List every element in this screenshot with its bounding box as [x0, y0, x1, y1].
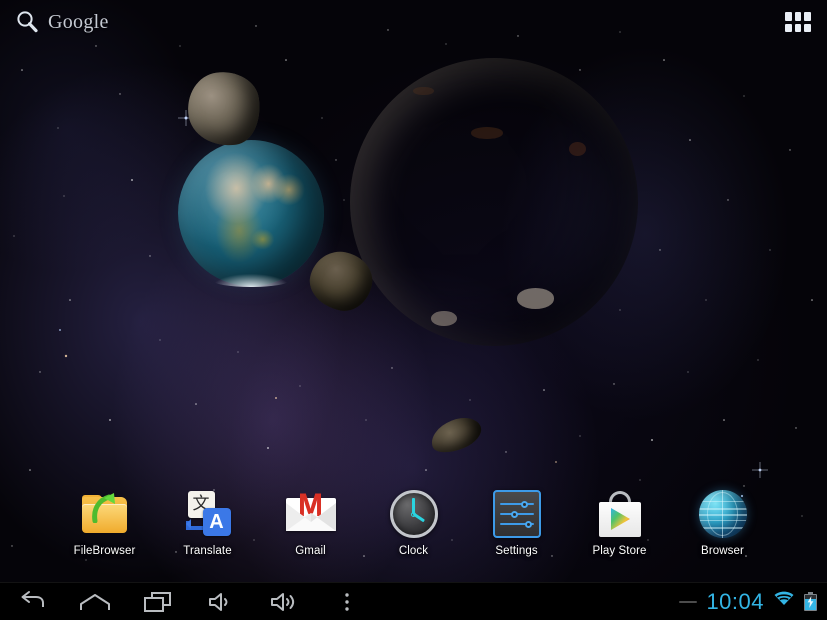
grid-cell: [804, 24, 811, 33]
dock-item-browser[interactable]: Browser: [671, 486, 774, 557]
search-icon[interactable]: [14, 9, 40, 35]
grid-cell: [804, 12, 811, 21]
google-wordmark: Google: [48, 11, 109, 34]
dock-item-play-store[interactable]: Play Store: [568, 486, 671, 557]
dock-item-clock[interactable]: Clock: [362, 486, 465, 557]
translate-target-glyph: A: [203, 508, 231, 536]
overflow-menu-icon[interactable]: [315, 583, 378, 620]
grid-cell: [785, 24, 792, 33]
dock-item-gmail[interactable]: M M Gmail: [259, 486, 362, 557]
home-screen: Google FileBrowser: [0, 0, 827, 620]
clock-icon[interactable]: [388, 488, 440, 540]
google-search-widget[interactable]: Google: [8, 5, 115, 39]
dock-item-label: Browser: [701, 545, 744, 557]
asteroid: [426, 411, 485, 458]
dock-item-label: Settings: [495, 545, 537, 557]
grid-cell: [795, 24, 802, 33]
nav-button-group: [0, 583, 378, 620]
status-clock: 10:04: [706, 589, 764, 615]
gmail-icon[interactable]: M M: [285, 488, 337, 540]
planet-earth: [178, 140, 324, 286]
asteroid: [183, 67, 265, 150]
dock-item-label: Translate: [183, 545, 231, 557]
recent-apps-icon[interactable]: [126, 583, 189, 620]
volume-up-icon[interactable]: [252, 583, 315, 620]
status-area[interactable]: 10:04: [679, 589, 827, 615]
translate-icon[interactable]: 文 A: [182, 488, 234, 540]
home-icon[interactable]: [63, 583, 126, 620]
dock-item-translate[interactable]: 文 A Translate: [156, 486, 259, 557]
play-store-icon[interactable]: [594, 488, 646, 540]
battery-charging-icon: [804, 592, 817, 611]
dock-item-label: Clock: [399, 545, 428, 557]
volume-down-icon[interactable]: [189, 583, 252, 620]
back-arrow-icon[interactable]: [0, 583, 63, 620]
planet-jupiter: [350, 58, 638, 346]
grid-cell: [785, 12, 792, 21]
wifi-icon: [773, 591, 795, 612]
system-navigation-bar: 10:04: [0, 582, 827, 620]
notification-placeholder: [679, 601, 697, 603]
dock-item-label: Play Store: [592, 545, 646, 557]
dock-item-label: FileBrowser: [74, 545, 136, 557]
dock-item-settings[interactable]: Settings: [465, 486, 568, 557]
dock-item-filebrowser[interactable]: FileBrowser: [53, 486, 156, 557]
grid-cell: [795, 12, 802, 21]
apps-grid-icon[interactable]: [785, 12, 811, 32]
folder-icon[interactable]: [79, 488, 131, 540]
sliders-icon[interactable]: [491, 488, 543, 540]
earth-polar-ice: [213, 274, 289, 287]
globe-icon[interactable]: [697, 488, 749, 540]
dock: FileBrowser 文 A Translate: [0, 486, 827, 572]
dock-item-label: Gmail: [295, 545, 326, 557]
